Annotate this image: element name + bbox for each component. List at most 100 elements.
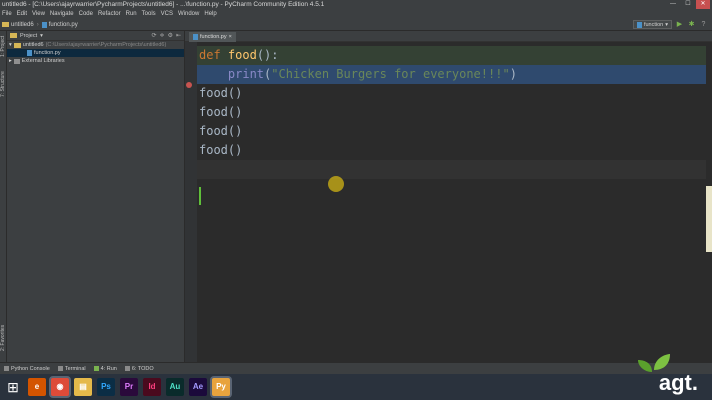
- tab-terminal-label: Terminal: [64, 365, 86, 372]
- tab-terminal[interactable]: Terminal: [57, 365, 86, 372]
- tab-project[interactable]: 1: Project: [0, 35, 7, 57]
- pycharm-icon[interactable]: Py: [212, 378, 230, 396]
- mouse-cursor-highlight: [328, 176, 344, 192]
- tab-todo-label: 6: TODO: [131, 365, 154, 372]
- audition-icon[interactable]: Au: [166, 378, 184, 396]
- help-icon[interactable]: ?: [699, 20, 708, 29]
- indesign-icon[interactable]: Id: [143, 378, 161, 396]
- text-caret: [199, 187, 201, 205]
- code-line-3[interactable]: food(): [197, 84, 712, 103]
- code-editor: function.py × def food(): print("Chicken…: [185, 31, 712, 362]
- breadcrumb-separator: ›: [36, 21, 39, 28]
- sync-icon[interactable]: ⟳: [152, 32, 157, 39]
- collapse-icon[interactable]: ≑: [160, 32, 165, 39]
- chevron-down-icon: ▾: [665, 21, 668, 28]
- run-icon[interactable]: ▶: [675, 20, 684, 29]
- window-title: untitled6 - [C:\Users\ajayrwarrier\Pycha…: [2, 1, 325, 8]
- tab-run-label: 4: Run: [100, 365, 117, 372]
- file-explorer-icon[interactable]: ▤: [74, 378, 92, 396]
- breakpoint-icon[interactable]: [186, 82, 192, 88]
- scroll-thumb[interactable]: [706, 186, 712, 252]
- window-controls: — ☐ ✕: [666, 0, 710, 10]
- terminal-icon: [57, 366, 63, 371]
- run-config-label: function: [643, 21, 664, 28]
- breadcrumb-project-label: untitled6: [11, 21, 34, 28]
- library-icon: [13, 58, 20, 64]
- console-icon: [4, 366, 9, 371]
- debug-icon[interactable]: ✱: [687, 20, 696, 29]
- todo-icon: [124, 366, 130, 371]
- run-config-select[interactable]: function ▾: [632, 20, 672, 29]
- chrome-icon[interactable]: ◉: [51, 378, 69, 396]
- menu-window[interactable]: Window: [178, 10, 199, 19]
- tree-root-name: untitled6: [22, 42, 44, 48]
- code-punct: ():: [256, 48, 279, 62]
- hide-icon[interactable]: ⇤: [176, 32, 181, 39]
- tab-python-console[interactable]: Python Console: [4, 366, 50, 372]
- tab-run[interactable]: 4: Run: [93, 365, 117, 372]
- tab-structure[interactable]: 7: Structure: [0, 67, 7, 101]
- tree-item-file[interactable]: function.py: [7, 49, 184, 57]
- keyword-def: def: [199, 48, 221, 62]
- windows-taskbar: ⊞ e ◉ ▤ Ps Pr Id Au Ae Py: [0, 374, 712, 400]
- navigation-bar: untitled6 › function.py function ▾ ▶ ✱ ?: [0, 19, 712, 31]
- maximize-button[interactable]: ☐: [681, 0, 695, 9]
- breadcrumb-project[interactable]: untitled6: [2, 19, 34, 31]
- python-file-icon: [193, 34, 198, 40]
- menu-vcs[interactable]: VCS: [161, 10, 173, 19]
- project-panel-title[interactable]: Project: [20, 33, 37, 39]
- code-line-5[interactable]: food(): [197, 122, 712, 141]
- menu-bar: File Edit View Navigate Code Refactor Ru…: [0, 10, 712, 19]
- windows-start-icon[interactable]: ⊞: [3, 377, 23, 397]
- minimize-button[interactable]: —: [666, 0, 680, 9]
- menu-run[interactable]: Run: [126, 10, 137, 19]
- gear-icon[interactable]: ⚙: [168, 32, 173, 39]
- watermark-logo-text: agt.: [658, 370, 698, 395]
- tree-root-path: (C:\Users\ajayrwarrier\PycharmProjects\u…: [45, 42, 167, 48]
- panel-tools: ⟳ ≑ ⚙ ⇤: [152, 32, 181, 39]
- after-effects-icon[interactable]: Ae: [189, 378, 207, 396]
- tree-item-root[interactable]: ▾ untitled6 (C:\Users\ajayrwarrier\Pycha…: [7, 41, 184, 49]
- project-panel-header: Project ▾ ⟳ ≑ ⚙ ⇤: [7, 31, 184, 41]
- window-title-bar: untitled6 - [C:\Users\ajayrwarrier\Pycha…: [0, 0, 712, 10]
- project-panel: Project ▾ ⟳ ≑ ⚙ ⇤ ▾ untitled6 (C:\Users\…: [7, 31, 185, 362]
- tab-python-console-label: Python Console: [11, 365, 50, 372]
- function-name: food: [227, 48, 257, 62]
- tree-file-name: function.py: [34, 50, 61, 56]
- close-icon[interactable]: ×: [229, 32, 232, 42]
- left-tool-strip: 1: Project 7: Structure 2: Favorites: [0, 31, 7, 362]
- python-file-icon: [27, 50, 32, 56]
- expand-arrow-icon[interactable]: ▸: [9, 57, 12, 65]
- expand-arrow-icon[interactable]: ▾: [9, 41, 12, 49]
- code-line-2[interactable]: print("Chicken Burgers for everyone!!!"): [197, 65, 712, 84]
- toolbar-right: function ▾ ▶ ✱ ?: [632, 20, 708, 29]
- bottom-tool-bar: Python Console Terminal 4: Run 6: TODO: [0, 362, 712, 374]
- code-line-1[interactable]: def food():: [197, 46, 712, 65]
- menu-help[interactable]: Help: [204, 10, 216, 19]
- breadcrumb-file-label: function.py: [48, 21, 78, 28]
- editor-tab-bar: function.py ×: [185, 31, 712, 42]
- editor-gutter[interactable]: [185, 42, 197, 362]
- close-button[interactable]: ✕: [696, 0, 710, 9]
- code-line-6[interactable]: food(): [197, 141, 712, 160]
- tab-function-py[interactable]: function.py ×: [189, 32, 236, 42]
- tab-todo[interactable]: 6: TODO: [124, 365, 154, 372]
- code-area[interactable]: def food(): print("Chicken Burgers for e…: [197, 42, 712, 362]
- menu-refactor[interactable]: Refactor: [98, 10, 121, 19]
- editor-tab-label: function.py: [200, 34, 227, 40]
- tab-favorites[interactable]: 2: Favorites: [0, 321, 7, 355]
- code-punct: ): [509, 67, 517, 81]
- photoshop-icon[interactable]: Ps: [97, 378, 115, 396]
- code-line-4[interactable]: food(): [197, 103, 712, 122]
- code-line-7[interactable]: [197, 160, 712, 179]
- folder-icon: [2, 22, 9, 27]
- menu-code[interactable]: Code: [79, 10, 93, 19]
- firefox-icon[interactable]: e: [28, 378, 46, 396]
- chevron-down-icon[interactable]: ▾: [40, 33, 43, 39]
- breadcrumb-file[interactable]: function.py: [41, 19, 78, 31]
- menu-tools[interactable]: Tools: [142, 10, 156, 19]
- editor-scrollbar[interactable]: [706, 42, 712, 362]
- premiere-icon[interactable]: Pr: [120, 378, 138, 396]
- string-literal: "Chicken Burgers for everyone!!!": [271, 67, 510, 81]
- tree-item-libraries[interactable]: ▸ External Libraries: [7, 57, 184, 65]
